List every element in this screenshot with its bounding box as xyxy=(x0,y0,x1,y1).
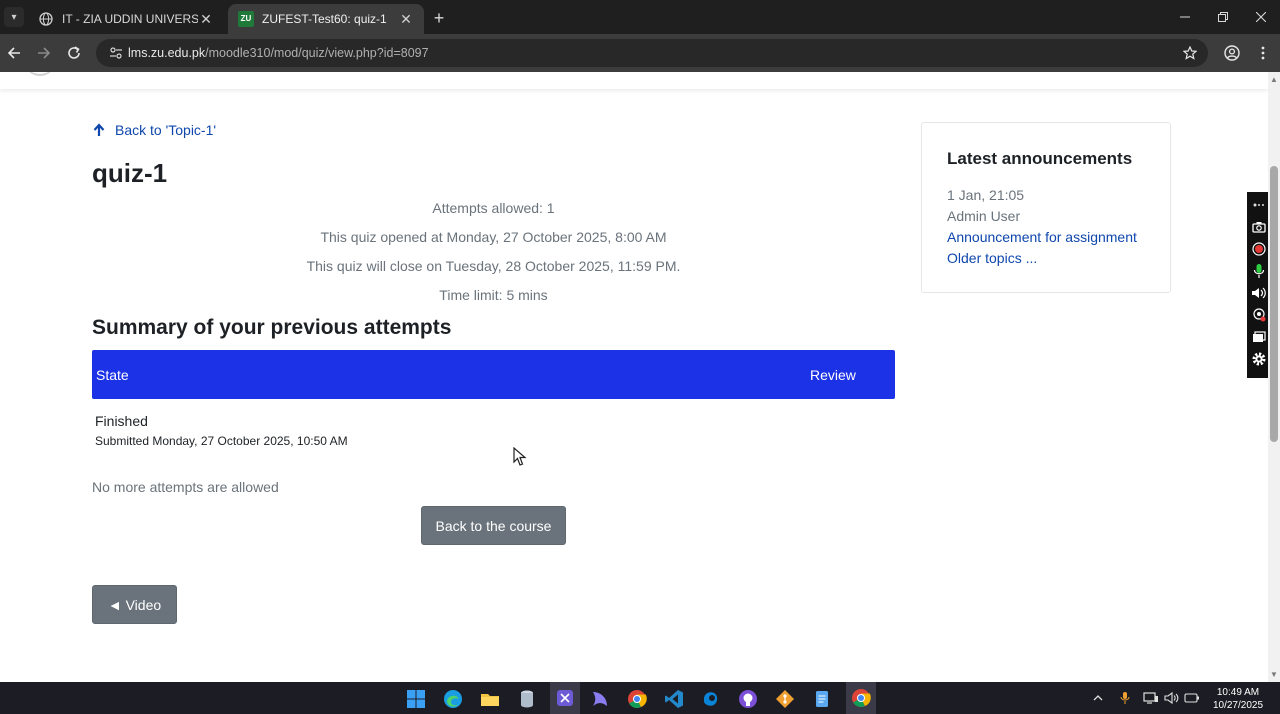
taskbar-clock[interactable]: 10:49 AM 10/27/2025 xyxy=(1208,686,1268,712)
github-icon[interactable] xyxy=(738,689,758,709)
announcements-title: Latest announcements xyxy=(947,149,1133,168)
announcement-date: 1 Jan, 21:05 xyxy=(947,187,1025,203)
vscode-icon[interactable] xyxy=(664,689,684,709)
microphone-tray-icon[interactable] xyxy=(1117,690,1133,706)
volume-icon[interactable] xyxy=(1164,690,1180,706)
mouse-cursor-icon xyxy=(513,447,527,466)
site-header xyxy=(0,72,1268,89)
zu-favicon-logo: ZU xyxy=(238,11,254,27)
older-topics-link[interactable]: Older topics ... xyxy=(947,250,1037,266)
file-explorer-icon[interactable] xyxy=(480,689,500,709)
page-title: quiz-1 xyxy=(92,158,168,188)
no-more-attempts: No more attempts are allowed xyxy=(92,479,279,495)
attempts-table: State Review Finished Submitted Monday, … xyxy=(92,350,895,463)
new-tab-plus-icon[interactable]: + xyxy=(428,7,450,29)
vertical-scrollbar[interactable]: ▲ ▼ xyxy=(1268,72,1280,682)
chevron-up-icon[interactable] xyxy=(1090,690,1106,706)
profile-icon[interactable] xyxy=(1220,41,1244,65)
windows-start-icon[interactable] xyxy=(406,689,426,709)
table-header: State Review xyxy=(92,350,895,399)
announcement-author: Admin User xyxy=(947,208,1021,224)
gear-icon[interactable] xyxy=(1250,350,1268,368)
forward-arrow-icon[interactable] xyxy=(32,41,56,65)
kebab-menu-icon[interactable] xyxy=(1251,41,1275,65)
git-client-icon[interactable] xyxy=(775,689,795,709)
webcam-off-icon[interactable] xyxy=(1250,306,1268,324)
recorder-toolbar xyxy=(1247,192,1270,378)
summary-heading: Summary of your previous attempts xyxy=(92,316,452,339)
site-info-icon[interactable] xyxy=(106,43,126,63)
back-link-label: Back to 'Topic-1' xyxy=(115,122,217,138)
tab-zufest-quiz[interactable]: ZU ZUFEST-Test60: quiz-1 ✕ xyxy=(228,4,424,34)
app-launcher-icon[interactable] xyxy=(590,689,610,709)
record-icon[interactable] xyxy=(1250,240,1268,258)
url-text: lms.zu.edu.pk/moodle310/mod/quiz/view.ph… xyxy=(128,46,429,60)
tab-it-zia-uddin[interactable]: IT - ZIA UDDIN UNIVERSITY ✕ xyxy=(28,4,224,34)
database-icon[interactable] xyxy=(517,689,537,709)
scroll-down-arrow-icon[interactable]: ▼ xyxy=(1270,670,1278,679)
back-arrow-icon[interactable] xyxy=(2,41,26,65)
speaker-icon[interactable] xyxy=(1250,284,1268,302)
chrome-icon[interactable] xyxy=(627,689,647,709)
reload-icon[interactable] xyxy=(62,41,86,65)
bookmark-star-icon[interactable] xyxy=(1180,43,1200,63)
clock-date: 10/27/2025 xyxy=(1212,700,1264,711)
back-to-course-button[interactable]: Back to the course xyxy=(421,506,566,545)
quiz-opened: This quiz opened at Monday, 27 October 2… xyxy=(320,229,667,245)
column-header-review: Review xyxy=(810,366,856,383)
announcement-link[interactable]: Announcement for assignment xyxy=(947,229,1137,245)
attempt-submitted: Submitted Monday, 27 October 2025, 10:50… xyxy=(95,434,348,448)
tab-title: ZUFEST-Test60: quiz-1 xyxy=(262,12,387,26)
zu-favicon-icon: ZU xyxy=(238,11,254,27)
browser-toolbar: lms.zu.edu.pk/moodle310/mod/quiz/view.ph… xyxy=(0,34,1280,72)
address-bar[interactable]: lms.zu.edu.pk/moodle310/mod/quiz/view.ph… xyxy=(96,39,1208,67)
battery-icon[interactable] xyxy=(1184,690,1200,706)
windows-icon[interactable] xyxy=(1250,328,1268,346)
tab-title: IT - ZIA UDDIN UNIVERSITY xyxy=(62,12,198,26)
prev-activity-video-button[interactable]: ◄ Video xyxy=(92,585,177,624)
close-icon[interactable]: ✕ xyxy=(398,11,414,27)
window-close-icon[interactable] xyxy=(1242,0,1280,34)
windows-taskbar: 10:49 AM 10/27/2025 xyxy=(0,682,1280,714)
close-icon[interactable]: ✕ xyxy=(198,11,214,27)
microphone-icon[interactable] xyxy=(1250,262,1268,280)
globe-icon xyxy=(38,11,54,27)
time-limit: Time limit: 5 mins xyxy=(439,287,548,303)
column-header-state: State xyxy=(96,366,129,383)
latest-announcements-block: Latest announcements 1 Jan, 21:05 Admin … xyxy=(921,122,1171,293)
attempt-state: Finished xyxy=(95,413,148,429)
snipping-tool-icon[interactable] xyxy=(550,682,580,714)
browser-tab-strip: ▾ IT - ZIA UDDIN UNIVERSITY ✕ ZU ZUFEST-… xyxy=(0,0,1280,34)
scrollbar-thumb[interactable] xyxy=(1270,166,1278,442)
app-blue-icon[interactable] xyxy=(701,689,721,709)
camera-icon[interactable] xyxy=(1250,218,1268,236)
tab-search-chevron-icon[interactable]: ▾ xyxy=(4,7,24,27)
link-icon[interactable] xyxy=(1250,196,1268,214)
minimize-icon[interactable] xyxy=(1166,0,1204,34)
scroll-up-arrow-icon[interactable]: ▲ xyxy=(1270,75,1278,84)
back-to-topic-link[interactable]: Back to 'Topic-1' xyxy=(92,122,216,138)
chrome-active-icon[interactable] xyxy=(846,682,876,714)
arrow-up-icon xyxy=(93,123,105,136)
quiz-close: This quiz will close on Tuesday, 28 Octo… xyxy=(306,258,681,274)
network-icon[interactable] xyxy=(1143,690,1159,706)
avatar[interactable] xyxy=(24,72,56,76)
attempts-allowed: Attempts allowed: 1 xyxy=(432,200,555,216)
table-row: Finished Submitted Monday, 27 October 20… xyxy=(92,399,895,463)
clock-time: 10:49 AM xyxy=(1216,687,1260,698)
restore-icon[interactable] xyxy=(1204,0,1242,34)
edge-browser-icon[interactable] xyxy=(443,689,463,709)
notepad-icon[interactable] xyxy=(812,689,832,709)
page-viewport: Back to 'Topic-1' quiz-1 Attempts allowe… xyxy=(0,72,1268,682)
